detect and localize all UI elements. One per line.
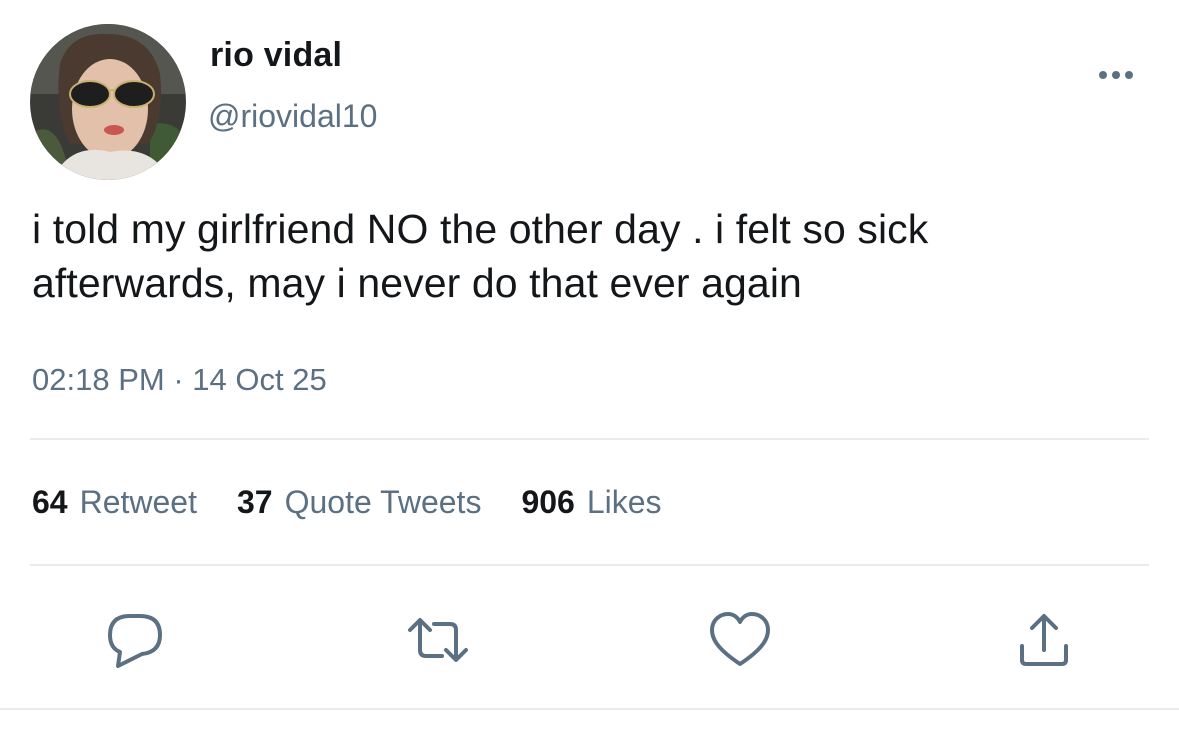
- meta-separator: ·: [173, 362, 184, 397]
- avatar[interactable]: [30, 24, 186, 180]
- quote-tweets-stat[interactable]: 37 Quote Tweets: [237, 484, 481, 521]
- retweet-label: Retweet: [79, 484, 197, 520]
- share-icon: [1020, 614, 1068, 666]
- quote-tweets-count: 37: [236, 484, 273, 520]
- likes-label: Likes: [586, 484, 662, 520]
- display-name[interactable]: rio vidal: [210, 36, 342, 75]
- like-button[interactable]: [708, 608, 772, 672]
- profile-photo: [30, 24, 186, 180]
- tweet-timestamp[interactable]: 02:18 PM · 14 Oct 25: [32, 362, 327, 398]
- share-button[interactable]: [1012, 608, 1076, 672]
- user-handle[interactable]: @riovidal10: [208, 98, 377, 135]
- tweet-time: 02:18 PM: [32, 362, 165, 397]
- tweet-stats: 64 Retweet 37 Quote Tweets 906 Likes: [32, 484, 662, 521]
- quote-tweets-label: Quote Tweets: [284, 484, 482, 520]
- retweet-stat[interactable]: 64 Retweet: [32, 484, 197, 521]
- likes-stat[interactable]: 906 Likes: [521, 484, 661, 521]
- reply-button[interactable]: [104, 608, 168, 672]
- tweet-detail: rio vidal @riovidal10 i told my girlfrie…: [0, 0, 1179, 729]
- retweet-icon: [408, 618, 468, 662]
- likes-count: 906: [521, 484, 575, 520]
- more-icon[interactable]: [1094, 66, 1138, 84]
- reply-icon: [108, 614, 162, 668]
- retweet-button[interactable]: [406, 608, 470, 672]
- tweet-date: 14 Oct 25: [192, 362, 327, 397]
- divider: [30, 438, 1149, 440]
- bottom-divider: [0, 708, 1179, 710]
- like-icon: [710, 612, 770, 666]
- tweet-text: i told my girlfriend NO the other day . …: [32, 206, 929, 306]
- retweet-count: 64: [32, 484, 68, 520]
- divider: [30, 564, 1149, 566]
